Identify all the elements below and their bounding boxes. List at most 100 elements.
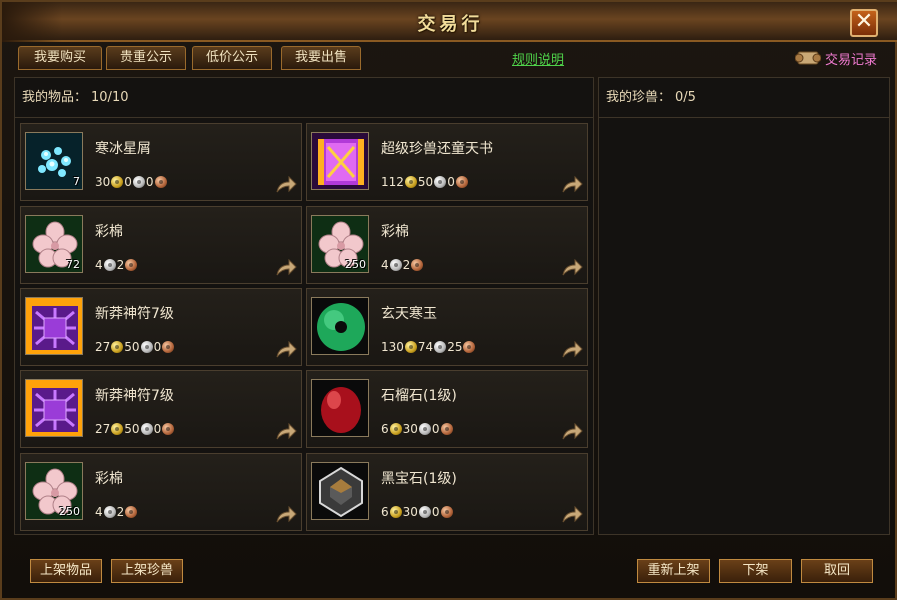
item-quantity: 72 (66, 258, 80, 271)
take-down-arrow-icon[interactable] (561, 175, 583, 194)
item-name: 黑宝石(1级) (381, 471, 457, 487)
item-card[interactable]: 72 彩棉 4 2 (20, 206, 302, 284)
item-card[interactable]: 黑宝石(1级) 6 30 0 (306, 453, 588, 531)
price-silver-value: 50 (124, 422, 140, 436)
window-title: 交易行 (417, 14, 484, 35)
gold-coin-icon (404, 341, 417, 353)
garnet-gem-icon[interactable] (311, 379, 369, 437)
item-name: 新莽神符7级 (95, 306, 174, 322)
relist-button[interactable]: 重新上架 (637, 559, 710, 583)
trading-house-window: 交易行 ✕ 我要购买 贵重公示 低价公示 我要出售 规则说明 交易记录 我的物品… (0, 0, 897, 600)
price-silver-value: 4 (95, 258, 103, 272)
item-name: 玄天寒玉 (381, 306, 437, 322)
take-down-arrow-icon[interactable] (275, 340, 297, 359)
take-down-arrow-icon[interactable] (561, 340, 583, 359)
cotton-flower-icon[interactable]: 250 (25, 462, 83, 520)
retrieve-button[interactable]: 取回 (801, 559, 873, 583)
silver-coin-icon (389, 259, 402, 271)
price-silver-value: 50 (124, 340, 140, 354)
tab-valuable-notice[interactable]: 贵重公示 (106, 46, 186, 70)
item-name: 石榴石(1级) (381, 388, 457, 404)
cotton-flower-icon[interactable]: 250 (311, 215, 369, 273)
copper-coin-icon (440, 506, 453, 518)
item-price: 112 50 0 (381, 175, 469, 189)
item-name: 寒冰星屑 (95, 141, 151, 157)
take-down-arrow-icon[interactable] (561, 505, 583, 524)
silver-coin-icon (140, 341, 153, 353)
my-items-header: 我的物品： 10/10 (15, 78, 593, 118)
price-gold-value: 27 (95, 422, 111, 436)
list-pet-button[interactable]: 上架珍兽 (111, 559, 183, 583)
item-card[interactable]: 新莽神符7级 27 50 0 (20, 370, 302, 448)
price-silver-value: 50 (417, 175, 434, 189)
item-card[interactable]: 250 彩棉 4 2 (306, 206, 588, 284)
item-price: 6 30 0 (381, 505, 454, 519)
item-card[interactable]: 7 寒冰星屑 30 0 0 (20, 123, 302, 201)
my-items-count: 10/10 (91, 90, 129, 105)
item-price: 6 30 0 (381, 422, 454, 436)
delist-button[interactable]: 下架 (719, 559, 792, 583)
black-gem-icon[interactable] (311, 462, 369, 520)
price-copper-value: 0 (447, 175, 455, 189)
item-card[interactable]: 新莽神符7级 27 50 0 (20, 288, 302, 366)
copper-coin-icon (463, 341, 476, 353)
gold-coin-icon (389, 423, 402, 435)
ice-stardust-icon[interactable]: 7 (25, 132, 83, 190)
tab-lowprice-notice[interactable]: 低价公示 (192, 46, 272, 70)
item-price: 42 (95, 258, 138, 272)
price-gold-value: 27 (95, 340, 111, 354)
take-down-arrow-icon[interactable] (275, 258, 297, 277)
price-gold-value: 6 (381, 422, 389, 436)
take-down-arrow-icon[interactable] (275, 422, 297, 441)
trade-record-label: 交易记录 (825, 53, 878, 68)
price-copper-value: 0 (431, 505, 440, 519)
cotton-flower-icon[interactable]: 72 (25, 215, 83, 273)
take-down-arrow-icon[interactable] (275, 505, 297, 524)
copper-coin-icon (125, 506, 138, 518)
item-quantity: 250 (59, 505, 80, 518)
price-copper-value: 25 (447, 340, 463, 354)
pet-rejuvenation-book-icon[interactable] (311, 132, 369, 190)
copper-coin-icon (154, 176, 167, 188)
item-price: 27 50 0 (95, 340, 175, 354)
price-gold-value: 6 (381, 505, 389, 519)
tab-sell[interactable]: 我要出售 (281, 46, 361, 70)
price-copper-value: 2 (402, 258, 411, 272)
item-quantity: 7 (73, 175, 80, 188)
copper-coin-icon (162, 423, 175, 435)
list-item-button[interactable]: 上架物品 (30, 559, 102, 583)
item-card[interactable]: 石榴石(1级) 6 30 0 (306, 370, 588, 448)
price-gold-value: 112 (381, 175, 404, 189)
item-name: 新莽神符7级 (95, 388, 174, 404)
item-name: 彩棉 (95, 471, 123, 487)
item-card[interactable]: 250 彩棉 4 2 (20, 453, 302, 531)
copper-coin-icon (411, 259, 424, 271)
copper-coin-icon (125, 259, 138, 271)
xinmang-talisman-icon[interactable] (25, 297, 83, 355)
silver-coin-icon (103, 259, 116, 271)
rules-link[interactable]: 规则说明 (512, 49, 564, 68)
take-down-arrow-icon[interactable] (561, 422, 583, 441)
price-copper-value: 2 (116, 258, 125, 272)
my-pets-count: 0/5 (675, 90, 696, 105)
gold-coin-icon (111, 176, 124, 188)
copper-coin-icon (455, 176, 468, 188)
take-down-arrow-icon[interactable] (561, 258, 583, 277)
price-silver-value: 4 (381, 258, 389, 272)
price-silver-value: 0 (124, 175, 132, 189)
item-card[interactable]: 玄天寒玉 130 74 25 (306, 288, 588, 366)
price-gold-value: 30 (95, 175, 111, 189)
item-price: 27 50 0 (95, 422, 175, 436)
silver-coin-icon (434, 341, 447, 353)
scroll-icon (795, 51, 821, 65)
price-copper-value: 2 (116, 505, 125, 519)
take-down-arrow-icon[interactable] (275, 175, 297, 194)
tab-buy[interactable]: 我要购买 (18, 46, 102, 70)
silver-coin-icon (418, 423, 431, 435)
price-silver-value: 4 (95, 505, 103, 519)
xinmang-talisman-icon[interactable] (25, 379, 83, 437)
item-card[interactable]: 超级珍兽还童天书 112 50 0 (306, 123, 588, 201)
jade-disc-icon[interactable] (311, 297, 369, 355)
close-button[interactable]: ✕ (850, 9, 878, 37)
gold-coin-icon (111, 341, 124, 353)
